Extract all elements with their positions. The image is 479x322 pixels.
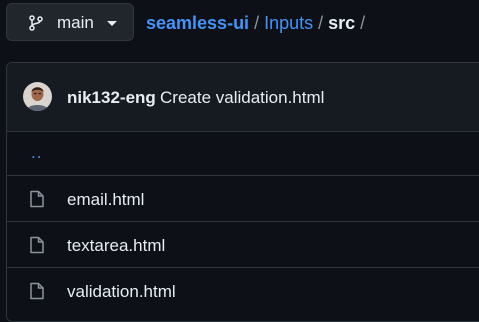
- breadcrumb-separator: /: [254, 13, 260, 33]
- breadcrumb-repo-link[interactable]: seamless-ui: [146, 13, 249, 33]
- breadcrumb-folder-link[interactable]: Inputs: [264, 13, 313, 33]
- chevron-down-icon: [107, 21, 117, 26]
- avatar[interactable]: [23, 82, 52, 111]
- file-name-link[interactable]: validation.html: [67, 283, 176, 301]
- breadcrumb-separator: /: [318, 13, 324, 33]
- breadcrumb: seamless-ui / Inputs / src /: [146, 13, 370, 33]
- file-name-link[interactable]: email.html: [67, 191, 144, 209]
- file-row[interactable]: validation.html: [7, 269, 479, 314]
- branch-name: main: [57, 13, 94, 32]
- repo-header: main seamless-ui / Inputs / src /: [0, 0, 479, 46]
- commit-author-link[interactable]: nik132-eng: [67, 89, 156, 107]
- commit-message-link[interactable]: Create validation.html: [160, 89, 324, 107]
- file-icon: [30, 282, 44, 300]
- file-row[interactable]: textarea.html: [7, 223, 479, 268]
- file-icon: [30, 236, 44, 254]
- file-row[interactable]: email.html: [7, 177, 479, 222]
- parent-directory-row[interactable]: ..: [7, 131, 479, 176]
- breadcrumb-separator: /: [360, 13, 366, 33]
- file-name-link[interactable]: textarea.html: [67, 237, 165, 255]
- breadcrumb-current: src: [328, 13, 356, 33]
- parent-directory-link[interactable]: ..: [31, 143, 42, 163]
- file-icon: [30, 190, 44, 208]
- latest-commit-row: nik132-eng Create validation.html: [7, 63, 479, 132]
- avatar-image: [23, 82, 52, 111]
- branch-select-button[interactable]: main: [6, 3, 134, 41]
- file-list: nik132-eng Create validation.html .. ema…: [6, 62, 479, 322]
- git-branch-icon: [29, 15, 43, 31]
